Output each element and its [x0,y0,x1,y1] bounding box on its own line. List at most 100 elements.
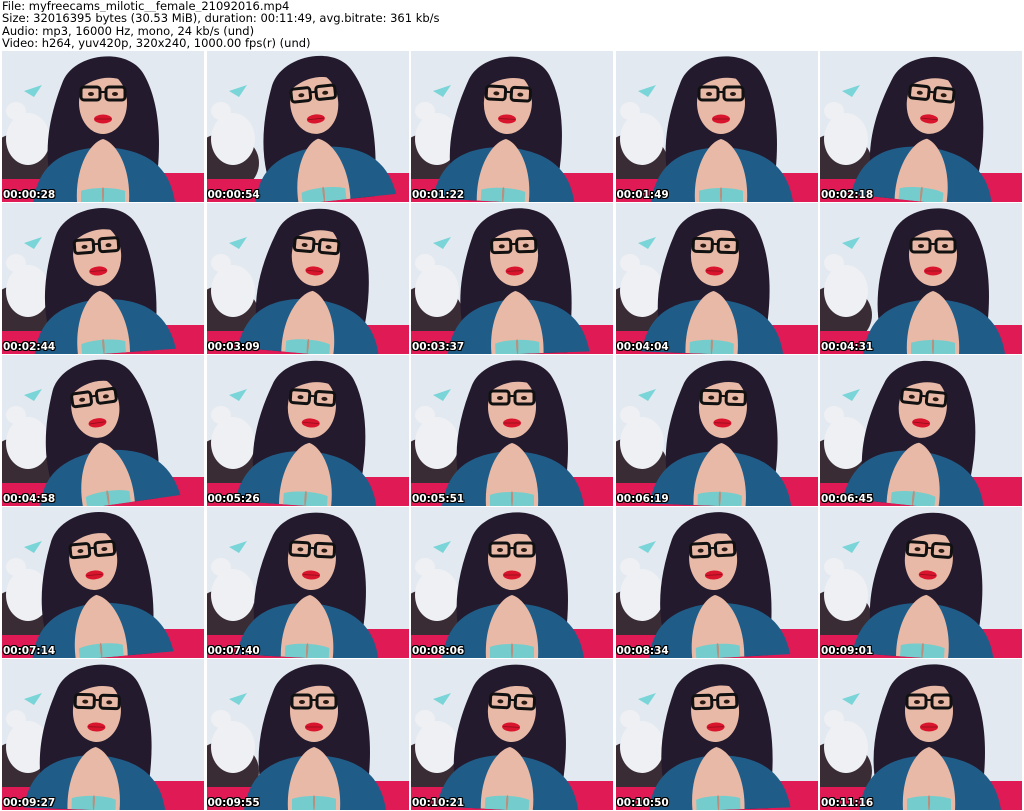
frame-timestamp: 00:09:55 [207,797,260,809]
video-frame-thumbnail: 00:09:01 [820,507,1022,658]
plush-toy [824,710,844,728]
plush-toy [824,417,868,469]
video-frame-thumbnail: 00:05:51 [411,355,613,506]
plush-toy [415,406,435,424]
webcam-scene [206,507,409,658]
video-frame-thumbnail: 00:04:04 [615,203,818,354]
video-frame-thumbnail: 00:09:27 [2,659,204,810]
plush-toy [619,406,640,424]
eye [521,548,527,552]
plush-toy [210,558,231,576]
video-frame-thumbnail: 00:01:22 [411,51,613,202]
plush-toy [415,417,459,469]
eye [88,92,94,96]
video-frame-thumbnail: 00:02:44 [2,203,204,354]
plush-toy [824,254,844,272]
webcam-scene [206,51,409,202]
frame-timestamp: 00:00:54 [207,189,260,201]
frame-timestamp: 00:07:14 [3,645,56,657]
plush-toy [824,558,844,576]
file-size-line: Size: 32016395 bytes (30.53 MiB), durati… [2,12,440,25]
plush-toy [210,721,255,773]
webcam-scene [206,355,409,506]
frame-timestamp: 00:01:49 [616,189,669,201]
eye [322,700,329,704]
frame-timestamp: 00:04:04 [616,341,669,353]
plush-toy [210,569,255,621]
video-frame-thumbnail: 00:07:40 [206,507,409,658]
glasses-bridge [920,394,928,398]
lip-line [713,422,730,424]
frame-timestamp: 00:01:22 [412,189,465,201]
video-frame-thumbnail: 00:07:14 [2,507,204,658]
plush-toy [210,710,231,728]
frame-timestamp: 00:09:01 [821,645,874,657]
plush-toy [824,569,868,621]
webcam-scene [820,51,1022,202]
webcam-scene [2,203,204,354]
eye [497,548,503,552]
webcam-scene [2,51,204,202]
glasses-bridge [90,394,97,398]
plush-toy [824,102,844,120]
plush-toy [824,113,868,165]
webcam-scene [820,203,1022,354]
plush-toy [415,569,459,621]
webcam-scene [615,355,818,506]
frame-timestamp: 00:09:27 [3,797,56,809]
plush-toy [415,558,435,576]
webcam-scene [820,507,1022,658]
webcam-scene [411,203,613,354]
plush-toy [619,710,640,728]
video-frame-thumbnail: 00:02:18 [820,51,1022,202]
frame-timestamp: 00:03:09 [207,341,260,353]
eye [298,700,305,704]
video-frame-thumbnail: 00:11:16 [820,659,1022,810]
webcam-scene [411,659,613,810]
plush-toy [6,102,26,120]
glasses-bridge [89,546,96,550]
webcam-scene [820,659,1022,810]
plush-toy [415,710,435,728]
plush-toy [210,406,231,424]
file-name-line: File: myfreecams_milotic__female_2109201… [2,0,290,13]
lip-line [707,726,724,728]
video-frame-thumbnail: 00:03:09 [206,203,409,354]
eye [942,244,948,248]
plush-toy [210,417,255,469]
plush-toy [619,102,640,120]
frame-timestamp: 00:08:06 [412,645,465,657]
glasses-bridge [313,242,320,246]
plush-toy [6,558,26,576]
video-frame-thumbnail: 00:04:58 [2,355,204,506]
webcam-scene [2,507,204,658]
audio-info-line: Audio: mp3, 16000 Hz, mono, 24 kb/s (und… [2,24,255,38]
webcam-scene [411,507,613,658]
video-frame-thumbnail: 00:10:50 [615,659,818,810]
eye [729,92,736,96]
eye [705,92,712,96]
webcam-scene [2,659,204,810]
video-frame-thumbnail: 00:01:49 [615,51,818,202]
video-frame-thumbnail: 00:04:31 [820,203,1022,354]
plush-toy [824,265,868,317]
frame-timestamp: 00:05:51 [412,493,465,505]
frame-timestamp: 00:10:50 [616,797,669,809]
video-frame-thumbnail: 00:03:37 [411,203,613,354]
frame-timestamp: 00:00:28 [3,189,56,201]
webcam-scene [615,51,818,202]
video-frame-thumbnail: 00:08:34 [615,507,818,658]
plush-toy [619,417,664,469]
plush-toy [619,113,664,165]
video-frame-thumbnail: 00:00:28 [2,51,204,202]
plush-toy [415,265,459,317]
plush-toy [824,406,844,424]
eye [918,244,924,248]
webcam-scene [2,355,204,506]
video-frame-thumbnail: 00:06:45 [820,355,1022,506]
plush-toy [619,254,640,272]
frame-timestamp: 00:04:31 [821,341,874,353]
plush-toy [6,417,50,469]
lip-line [705,270,722,272]
plush-toy [415,254,435,272]
